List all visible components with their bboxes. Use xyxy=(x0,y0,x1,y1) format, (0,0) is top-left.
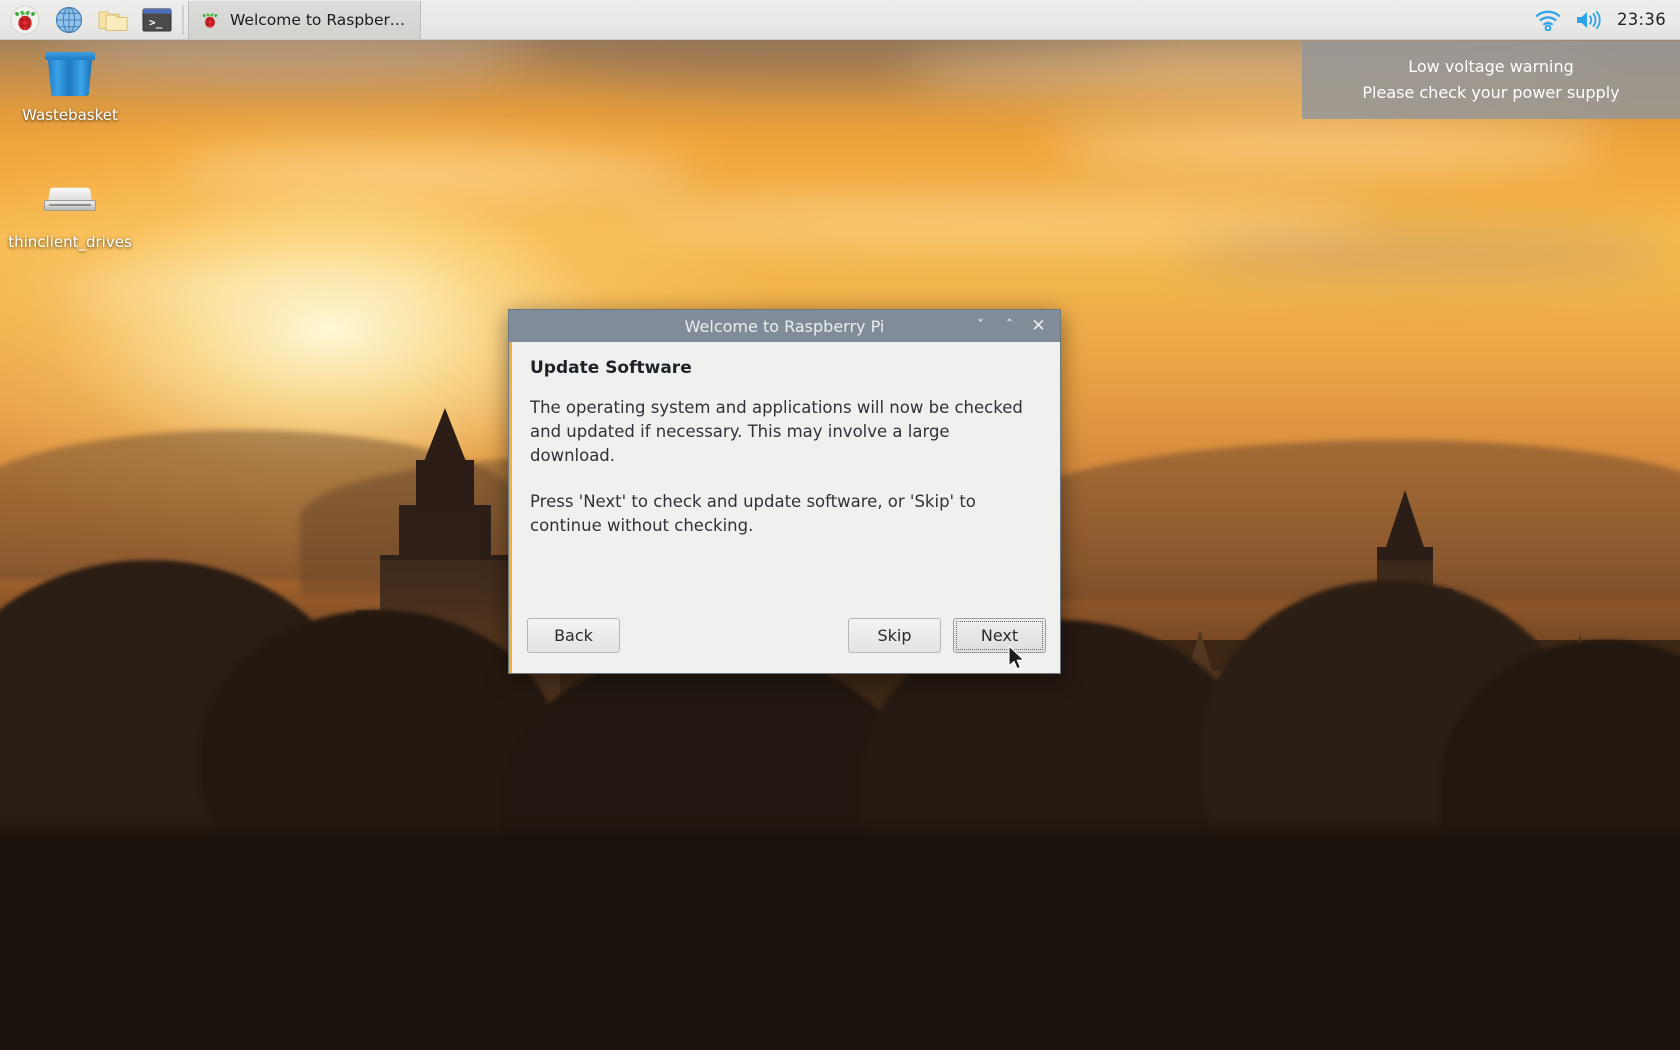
desktop-icon-thinclient-drives[interactable]: thinclient_drives xyxy=(5,175,135,252)
cloud xyxy=(40,270,460,304)
launcher-file-manager[interactable] xyxy=(92,1,134,39)
back-button[interactable]: Back xyxy=(527,617,620,653)
taskbar-clock[interactable]: 23:36 xyxy=(1617,10,1666,29)
launcher-raspberry-menu[interactable] xyxy=(4,1,46,39)
cloud xyxy=(620,200,1380,240)
cloud xyxy=(180,150,700,194)
globe-icon xyxy=(55,6,83,33)
tree-line xyxy=(0,830,1680,1050)
next-button[interactable]: Next xyxy=(953,617,1046,653)
taskbar-tray: 23:36 xyxy=(1535,9,1680,31)
taskbar-separator xyxy=(182,4,184,35)
wifi-icon[interactable] xyxy=(1535,9,1561,31)
taskbar-window-title: Welcome to Raspberr... xyxy=(230,10,408,29)
cloud xyxy=(1180,230,1660,276)
cloud xyxy=(1050,120,1610,170)
window-controls: ˇ ˆ ✕ xyxy=(973,317,1060,335)
launcher-web-browser[interactable] xyxy=(48,1,90,39)
hard-drive-icon xyxy=(38,175,102,227)
dialog-paragraph-2: Press 'Next' to check and update softwar… xyxy=(530,492,976,535)
taskbar[interactable]: >_ Welcome to Raspberr... 23:36 xyxy=(0,0,1680,40)
desktop-icon-label: thinclient_drives xyxy=(8,233,132,251)
dialog-titlebar[interactable]: Welcome to Raspberry Pi ˇ ˆ ✕ xyxy=(509,310,1060,342)
dialog-body: Update Software The operating system and… xyxy=(509,342,1060,609)
raspberry-icon xyxy=(10,5,40,34)
raspberry-icon xyxy=(202,12,218,28)
desktop-icon-wastebasket[interactable]: Wastebasket xyxy=(5,48,135,125)
notification-line-2: Please check your power supply xyxy=(1362,83,1620,102)
terminal-icon: >_ xyxy=(142,8,172,31)
low-voltage-notification[interactable]: Low voltage warning Please check your po… xyxy=(1302,41,1680,119)
taskbar-window-button-welcome[interactable]: Welcome to Raspberr... xyxy=(188,0,421,39)
chevron-up-icon[interactable]: ˆ xyxy=(1002,318,1017,334)
notification-line-1: Low voltage warning xyxy=(1408,57,1574,76)
footer-right-buttons: Skip Next xyxy=(848,617,1046,653)
taskbar-launchers: >_ xyxy=(0,1,178,39)
welcome-dialog[interactable]: Welcome to Raspberry Pi ˇ ˆ ✕ Update Sof… xyxy=(508,309,1061,674)
close-icon[interactable]: ✕ xyxy=(1031,317,1046,335)
chevron-down-icon[interactable]: ˇ xyxy=(973,318,988,334)
dialog-paragraph-1: The operating system and applications wi… xyxy=(530,398,1023,465)
launcher-terminal[interactable]: >_ xyxy=(136,1,178,39)
trash-bin-icon xyxy=(38,48,102,100)
skip-button[interactable]: Skip xyxy=(848,617,941,653)
svg-text:>_: >_ xyxy=(149,16,163,29)
folder-icon xyxy=(98,11,128,31)
desktop-icon-label: Wastebasket xyxy=(22,106,118,124)
dialog-footer: Back Skip Next xyxy=(509,609,1060,673)
volume-icon[interactable] xyxy=(1575,9,1603,31)
dialog-heading: Update Software xyxy=(530,358,692,378)
